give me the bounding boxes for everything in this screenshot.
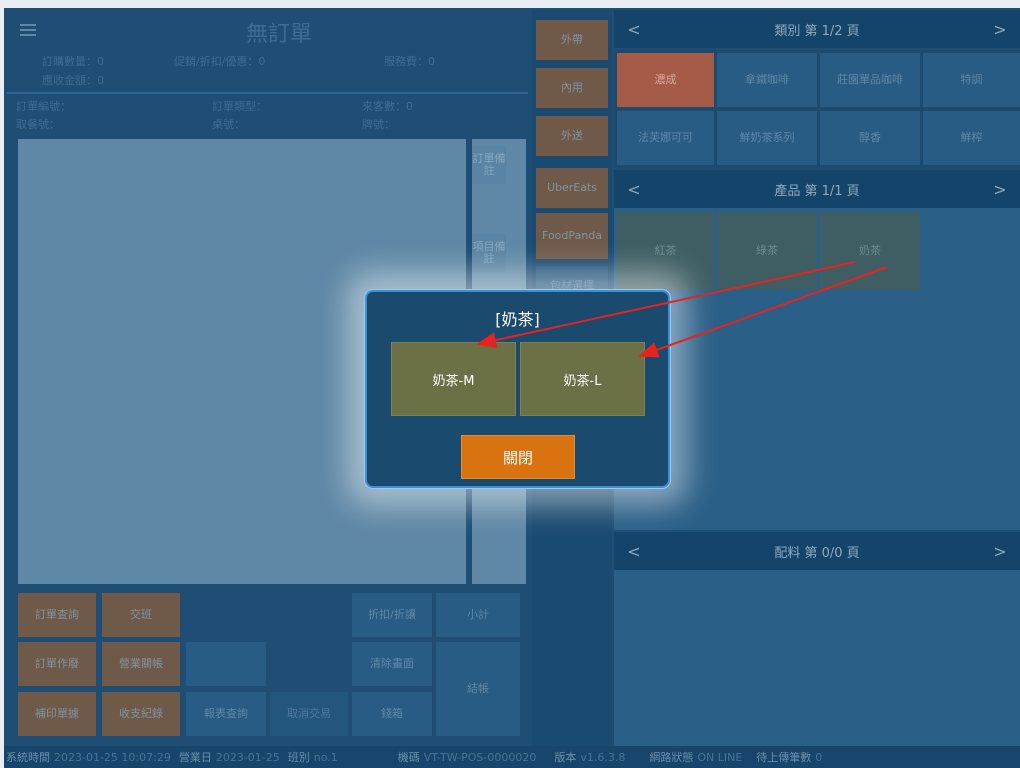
order-type-ubereats[interactable]: UberEats xyxy=(536,168,608,208)
clear-screen-button[interactable]: 清除畫面 xyxy=(352,642,432,686)
topping-prev-icon[interactable]: < xyxy=(614,542,654,561)
order-note-button[interactable]: 訂單備註 xyxy=(472,146,506,184)
checkout-button[interactable]: 結帳 xyxy=(436,642,520,736)
pending-value: 0 xyxy=(815,750,823,764)
category-prev-icon[interactable]: < xyxy=(614,20,654,39)
report-query-button[interactable]: 報表查詢 xyxy=(186,692,266,736)
machine-label: 機碼 xyxy=(397,751,420,764)
category-item[interactable]: 鮮奶茶系列 xyxy=(717,111,817,165)
cash-record-button[interactable]: 收支紀錄 xyxy=(102,692,180,736)
table-no: 桌號： xyxy=(212,118,245,131)
discount-button[interactable]: 折扣/折讓 xyxy=(352,593,432,637)
item-note-button[interactable]: 項目備註 xyxy=(472,234,506,272)
version-label: 版本 xyxy=(554,751,577,764)
void-order-button[interactable]: 訂單作廢 xyxy=(18,642,96,686)
topping-grid xyxy=(614,570,1020,746)
tag-no: 牌號： xyxy=(362,118,395,131)
category-item[interactable]: 醇香 xyxy=(820,111,920,165)
order-header: 無訂單 訂購數量：0 促銷/折扣/優惠：0 服務費：0 應收金額：0 訂單編號：… xyxy=(6,10,528,134)
order-type-delivery[interactable]: 外送 xyxy=(536,116,608,156)
cancel-trade-button[interactable]: 取消交易 xyxy=(270,692,348,736)
dialog-title: [奶茶] xyxy=(495,310,540,329)
topping-page-title: 配料 第 0/0 頁 xyxy=(774,545,860,561)
close-business-button[interactable]: 營業關帳 xyxy=(102,642,180,686)
product-item[interactable]: 奶茶 xyxy=(820,212,920,290)
product-prev-icon[interactable]: < xyxy=(614,180,654,199)
category-item[interactable]: 法芙娜可可 xyxy=(617,111,714,165)
category-item[interactable]: 莊園單品咖啡 xyxy=(820,53,920,107)
product-item[interactable]: 紅茶 xyxy=(617,212,714,290)
guest-count: 來客數：0 xyxy=(362,100,413,113)
topping-nav: < 配料 第 0/0 頁 > xyxy=(614,532,1020,570)
category-item[interactable]: 特調 xyxy=(923,53,1020,107)
order-query-button[interactable]: 訂單查詢 xyxy=(18,593,96,637)
order-type: 訂單類型： xyxy=(212,100,267,113)
sys-time-label: 系統時間 xyxy=(6,751,50,764)
category-item[interactable]: 濃成 xyxy=(617,53,714,107)
pickup-no: 取餐號： xyxy=(16,118,60,131)
order-type-dine-in[interactable]: 內用 xyxy=(536,68,608,108)
sys-time-value: 2023-01-25 10:07:29 xyxy=(54,750,171,764)
product-page-title: 產品 第 1/1 頁 xyxy=(774,183,860,199)
category-nav: < 類別 第 1/2 頁 > xyxy=(614,10,1020,48)
shift-value: no.1 xyxy=(313,750,338,764)
topping-next-icon[interactable]: > xyxy=(980,542,1020,561)
category-item[interactable]: 拿鐵咖啡 xyxy=(717,53,817,107)
option-milk-tea-l-button[interactable]: 奶茶-L xyxy=(520,342,645,416)
version-value: v1.6.3.8 xyxy=(580,750,626,764)
category-next-icon[interactable]: > xyxy=(980,20,1020,39)
blank-button[interactable] xyxy=(186,642,266,686)
order-type-takeout[interactable]: 外帶 xyxy=(536,20,608,60)
receivable-amount: 應收金額：0 xyxy=(42,74,104,87)
biz-day-value: 2023-01-25 xyxy=(215,750,280,764)
shift-label: 班別 xyxy=(287,751,310,764)
size-select-dialog: [奶茶] 奶茶-M 奶茶-L 關閉 xyxy=(365,290,670,488)
option-milk-tea-m-button[interactable]: 奶茶-M xyxy=(391,342,516,416)
product-nav: < 產品 第 1/1 頁 > xyxy=(614,170,1020,208)
shift-change-button[interactable]: 交班 xyxy=(102,593,180,637)
category-item[interactable]: 鮮榨 xyxy=(923,111,1020,165)
network-label: 網路狀態 xyxy=(649,751,694,764)
biz-day-label: 營業日 xyxy=(178,751,212,764)
cash-box-button[interactable]: 錢箱 xyxy=(352,692,432,736)
purchase-qty: 訂購數量：0 xyxy=(42,55,104,68)
promo-total: 促銷/折扣/優惠：0 xyxy=(174,55,266,68)
service-fee: 服務費：0 xyxy=(384,55,435,68)
status-bar: 系統時間 2023-01-25 10:07:29 營業日 2023-01-25 … xyxy=(4,746,1020,768)
subtotal-button[interactable]: 小計 xyxy=(436,593,520,637)
pending-label: 待上傳筆數 xyxy=(756,751,812,764)
header-divider xyxy=(6,92,528,94)
reprint-button[interactable]: 補印單據 xyxy=(18,692,96,736)
order-type-foodpanda[interactable]: FoodPanda xyxy=(536,213,608,259)
machine-value: VT-TW-POS-0000020 xyxy=(423,750,537,764)
network-value: ON LINE xyxy=(697,750,743,764)
dialog-close-button[interactable]: 關閉 xyxy=(461,435,575,479)
hamburger-icon[interactable] xyxy=(20,24,36,36)
product-next-icon[interactable]: > xyxy=(980,180,1020,199)
category-page-title: 類別 第 1/2 頁 xyxy=(774,23,860,39)
product-item[interactable]: 綠茶 xyxy=(717,212,817,290)
order-title: 無訂單 xyxy=(246,22,313,47)
order-no: 訂單編號： xyxy=(16,100,71,113)
